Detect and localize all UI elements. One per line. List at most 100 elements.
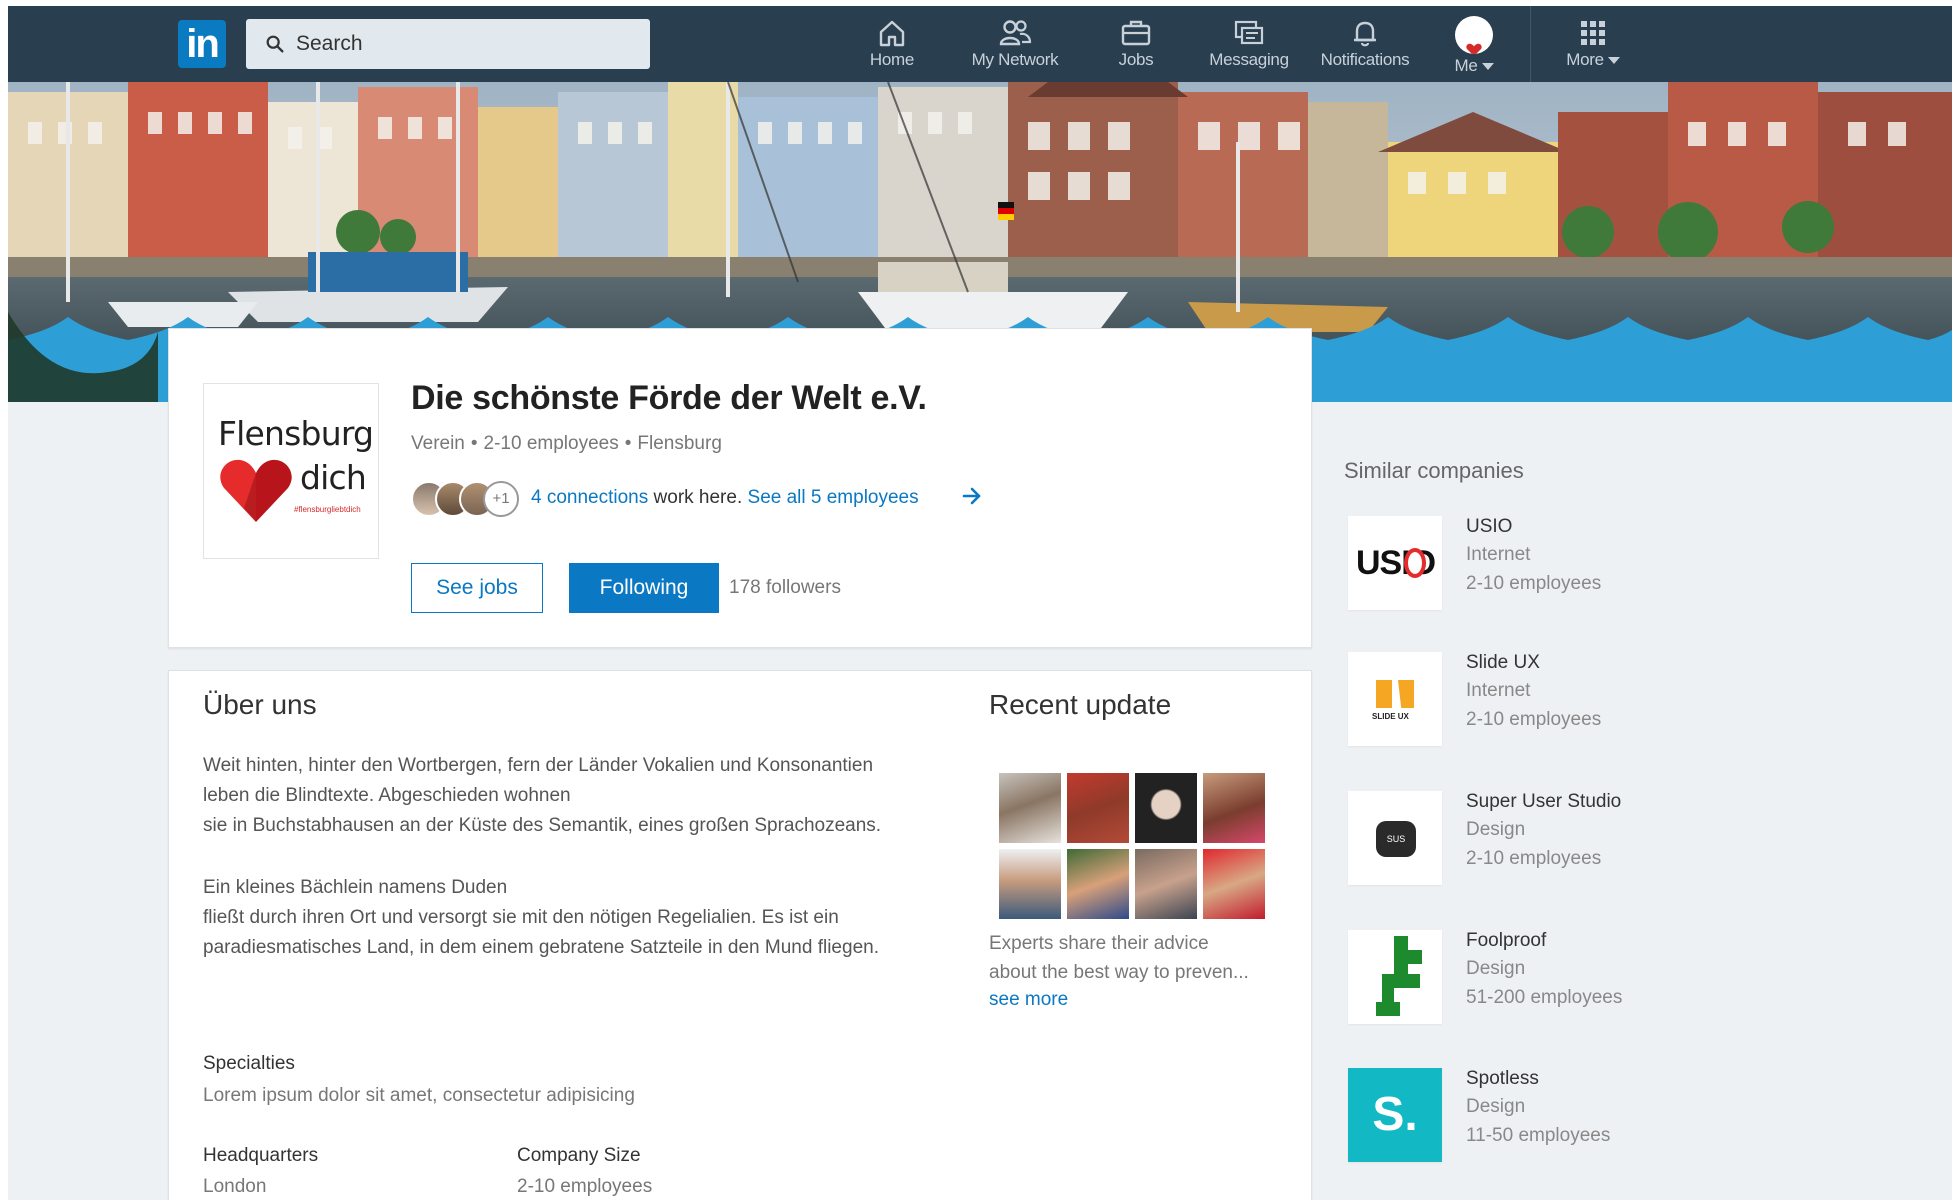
heart-icon (1466, 43, 1482, 54)
similar-company-industry: Design (1466, 1096, 1526, 1117)
similar-company-usio[interactable]: USIO USIO Internet 2-10 employees (1344, 516, 1744, 610)
nav-notifications[interactable]: Notifications (1310, 6, 1420, 82)
arrow-right-icon[interactable] (961, 485, 983, 507)
spotless-logo-text: S. (1372, 1088, 1418, 1141)
about-line: sie in Buchstabhausen an der Küste des S… (203, 815, 882, 836)
about-line: paradiesmatisches Land, in dem einem geb… (203, 937, 879, 958)
slide-ux-bar-left (1376, 680, 1392, 708)
linkedin-logo-icon[interactable]: in (178, 20, 226, 68)
connections-suffix: work here. (653, 487, 743, 508)
headquarters-label: Headquarters (203, 1145, 319, 1166)
recent-photo[interactable] (1067, 849, 1129, 919)
briefcase-icon (1121, 20, 1151, 46)
logo-word-flensburg: Flensburg (218, 414, 374, 453)
messaging-icon (1234, 20, 1264, 45)
nav-jobs-label: Jobs (1118, 50, 1154, 69)
company-name: Die schönste Förde der Welt e.V. (411, 379, 927, 417)
similar-company-industry: Internet (1466, 544, 1531, 565)
see-jobs-button[interactable]: See jobs (411, 563, 543, 613)
separator-dot: • (624, 433, 632, 454)
similar-company-name[interactable]: Spotless (1466, 1068, 1539, 1090)
nav-more[interactable]: More (1558, 6, 1628, 82)
similar-company-name[interactable]: Foolproof (1466, 930, 1546, 952)
about-title: Über uns (203, 689, 317, 720)
similar-company-size: 2-10 employees (1466, 709, 1602, 730)
nav-home-label: Home (869, 50, 915, 69)
connections-link[interactable]: 4 connections (531, 487, 648, 508)
similar-company-name[interactable]: Super User Studio (1466, 791, 1621, 813)
about-line: leben die Blindtexte. Abgeschieden wohne… (203, 785, 571, 806)
similar-companies-title: Similar companies (1344, 458, 1524, 483)
similar-company-foolproof[interactable]: Foolproof Design 51-200 employees (1344, 930, 1744, 1024)
connections-text: 4 connections work here. See all 5 emplo… (531, 487, 919, 509)
recent-photo[interactable] (999, 773, 1061, 843)
nav-my-network[interactable]: My Network (958, 6, 1072, 82)
company-size: 2-10 employees (483, 433, 619, 454)
similar-company-industry: Design (1466, 958, 1526, 979)
recent-text-line: about the best way to preven... (989, 962, 1249, 983)
nav-my-network-label: My Network (971, 50, 1059, 69)
similar-company-name[interactable]: Slide UX (1466, 652, 1540, 674)
specialties-value: Lorem ipsum dolor sit amet, consectetur … (203, 1085, 635, 1106)
nav-notifications-label: Notifications (1320, 50, 1410, 69)
network-icon (999, 20, 1032, 46)
see-all-employees-link[interactable]: See all 5 employees (748, 487, 919, 508)
slide-ux-bar-right (1398, 680, 1414, 708)
about-line: Weit hinten, hinter den Wortbergen, fern… (203, 755, 874, 776)
logo-hashtag: #flensburgliebtdich (294, 505, 361, 514)
similar-company-spotless[interactable]: S. Spotless Design 11-50 employees (1344, 1068, 1744, 1162)
similar-company-size: 11-50 employees (1466, 1125, 1611, 1146)
nav-home[interactable]: Home (854, 6, 930, 82)
slide-ux-logo-text: SLIDE UX (1372, 712, 1409, 721)
similar-company-slide-ux[interactable]: SLIDE UX Slide UX Internet 2-10 employee… (1344, 652, 1744, 746)
recent-update-title: Recent update (989, 689, 1172, 720)
company-header-card: Flensburg dich #flensburgliebtdich Die s… (168, 328, 1312, 648)
nav-messaging[interactable]: Messaging (1202, 6, 1296, 82)
usio-logo[interactable]: USIO (1348, 516, 1442, 610)
sus-logo-text: SUS (1376, 821, 1416, 857)
similar-company-name[interactable]: USIO (1466, 516, 1512, 538)
similar-company-size: 2-10 employees (1466, 848, 1602, 869)
bell-icon (1354, 21, 1376, 47)
more-connections-badge[interactable]: +1 (483, 481, 519, 517)
grid-icon (1581, 21, 1605, 45)
recent-update-text: Experts share their advice about the bes… (989, 929, 1289, 987)
recent-text-line: Experts share their advice (989, 933, 1209, 954)
company-logo: Flensburg dich #flensburgliebtdich (203, 383, 379, 559)
similar-company-industry: Design (1466, 819, 1526, 840)
home-icon (879, 20, 905, 47)
similar-company-industry: Internet (1466, 680, 1531, 701)
nav-more-text: More (1566, 50, 1604, 69)
recent-photo[interactable] (1203, 849, 1265, 919)
recent-photo[interactable] (1203, 773, 1265, 843)
following-button[interactable]: Following (569, 563, 719, 613)
heart-icon (220, 459, 292, 522)
about-line: Ein kleines Bächlein namens Duden (203, 877, 508, 898)
recent-photo[interactable] (999, 849, 1061, 919)
company-size-value: 2-10 employees (517, 1176, 653, 1197)
search-icon (266, 35, 284, 53)
slide-ux-logo[interactable]: SLIDE UX (1348, 652, 1442, 746)
sus-logo[interactable]: SUS (1348, 791, 1442, 885)
foolproof-logo[interactable] (1348, 930, 1442, 1024)
search-box[interactable] (246, 19, 650, 69)
see-more-link[interactable]: see more (989, 989, 1068, 1011)
search-input[interactable] (296, 19, 636, 69)
recent-photo[interactable] (1067, 773, 1129, 843)
spotless-logo[interactable]: S. (1348, 1068, 1442, 1162)
nav-divider (1530, 6, 1531, 82)
company-type: Verein (411, 433, 465, 454)
nav-me[interactable]: Me (1438, 6, 1510, 82)
nav-me-text: Me (1454, 56, 1478, 75)
about-paragraph-1: Weit hinten, hinter den Wortbergen, fern… (203, 751, 933, 841)
nav-jobs[interactable]: Jobs (1100, 6, 1172, 82)
recent-photo[interactable] (1135, 773, 1197, 843)
headquarters-value: London (203, 1176, 267, 1197)
nav-messaging-label: Messaging (1209, 50, 1289, 69)
foolproof-f-icon (1376, 936, 1422, 1016)
about-line: fließt durch ihren Ort und versorgt sie … (203, 907, 839, 928)
recent-photo[interactable] (1135, 849, 1197, 919)
similar-company-super-user-studio[interactable]: SUS Super User Studio Design 2-10 employ… (1344, 791, 1744, 885)
avatar (1455, 16, 1493, 54)
company-meta: Verein • 2-10 employees • Flensburg (411, 433, 722, 455)
